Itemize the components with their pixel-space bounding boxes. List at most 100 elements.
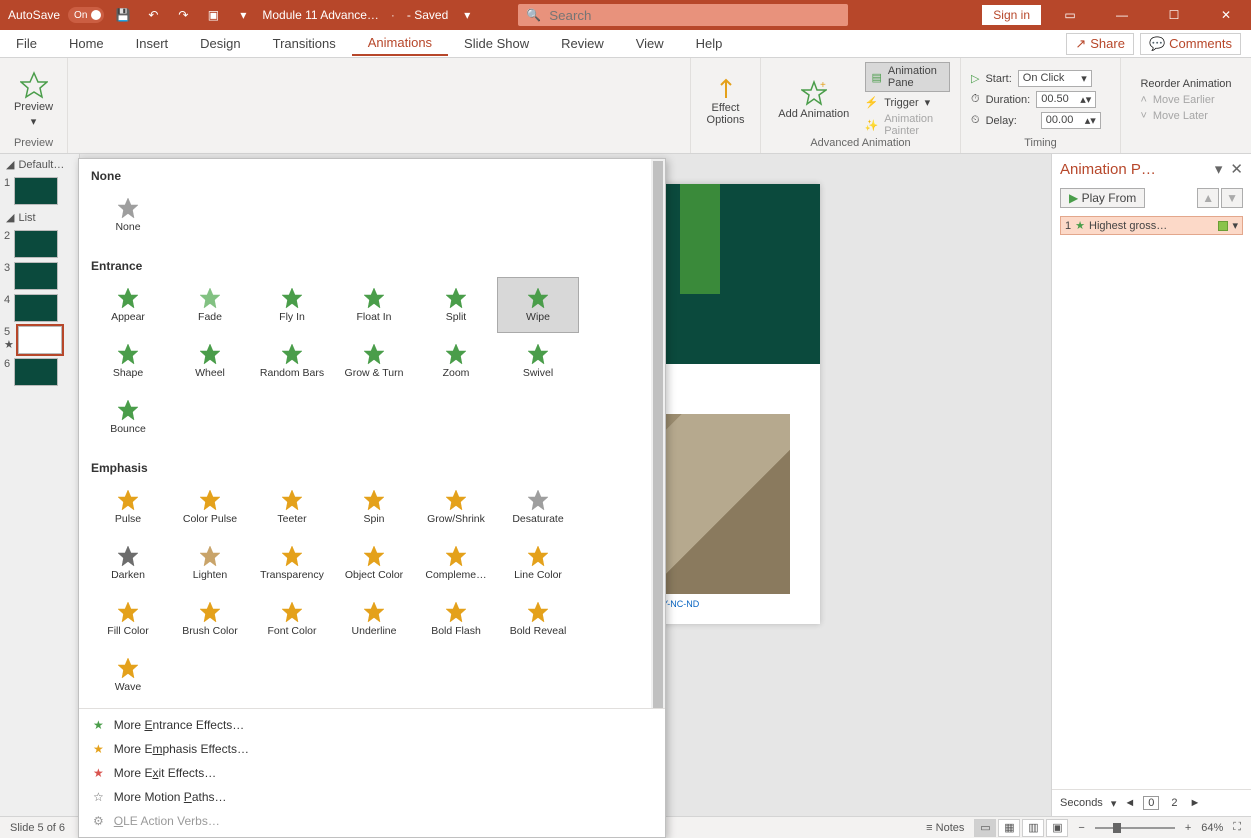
play-from-button[interactable]: ▶ Play From <box>1060 188 1145 208</box>
anim-emphasis-wave[interactable]: Wave <box>87 647 169 703</box>
anim-entrance-fade[interactable]: Fade <box>169 277 251 333</box>
pane-options-icon[interactable]: ▾ <box>1215 160 1223 178</box>
more-exit-effects[interactable]: ★More Exit Effects… <box>79 761 665 785</box>
undo-icon[interactable]: ↶ <box>142 4 164 26</box>
zoom-out-icon[interactable]: − <box>1078 822 1084 834</box>
minimize-icon[interactable]: — <box>1099 0 1145 30</box>
anim-emphasis-underline[interactable]: Underline <box>333 591 415 647</box>
tab-transitions[interactable]: Transitions <box>257 32 352 55</box>
anim-emphasis-spin[interactable]: Spin <box>333 479 415 535</box>
move-down-icon[interactable]: ▼ <box>1221 188 1243 208</box>
reading-view-icon[interactable]: ▥ <box>1022 819 1044 837</box>
more-motion-paths[interactable]: ☆More Motion Paths… <box>79 785 665 809</box>
maximize-icon[interactable]: ☐ <box>1151 0 1197 30</box>
gallery-scrollbar[interactable] <box>651 159 665 777</box>
list-section[interactable]: ◢List <box>0 207 79 228</box>
animation-pane-button[interactable]: ▤ Animation Pane <box>865 62 951 92</box>
add-animation-button[interactable]: + Add Animation <box>771 62 857 137</box>
preview-button[interactable]: Preview ▾ <box>14 62 53 137</box>
anim-entrance-appear[interactable]: Appear <box>87 277 169 333</box>
tab-animations[interactable]: Animations <box>352 31 448 56</box>
slide-thumb-3[interactable]: 3 <box>0 260 79 292</box>
duration-input[interactable]: 00.50▴▾ <box>1036 91 1096 108</box>
anim-entrance-float-in[interactable]: Float In <box>333 277 415 333</box>
slide-thumb-4[interactable]: 4 <box>0 292 79 324</box>
anim-emphasis-lighten[interactable]: Lighten <box>169 535 251 591</box>
anim-entrance-split[interactable]: Split <box>415 277 497 333</box>
more-entrance-effects[interactable]: ★More Entrance Effects… <box>79 713 665 737</box>
delay-input[interactable]: 00.00▴▾ <box>1041 112 1101 129</box>
slide-thumb-5[interactable]: 5★ <box>0 324 79 356</box>
tab-home[interactable]: Home <box>53 32 120 55</box>
anim-entrance-wipe[interactable]: Wipe <box>497 277 579 333</box>
default-section[interactable]: ◢Default… <box>0 154 79 175</box>
anim-entrance-random-bars[interactable]: Random Bars <box>251 333 333 389</box>
tab-help[interactable]: Help <box>680 32 739 55</box>
save-icon[interactable]: 💾 <box>112 4 134 26</box>
fit-window-icon[interactable]: ⛶ <box>1233 821 1241 834</box>
anim-entrance-zoom[interactable]: Zoom <box>415 333 497 389</box>
sign-in-button[interactable]: Sign in <box>982 5 1041 25</box>
item-chevron-icon[interactable]: ▾ <box>1232 219 1238 232</box>
anim-emphasis-color-pulse[interactable]: Color Pulse <box>169 479 251 535</box>
slide-thumb-1[interactable]: 1 <box>0 175 79 207</box>
zoom-slider[interactable] <box>1095 827 1175 829</box>
notes-button[interactable]: ≡ Notes <box>926 822 964 834</box>
autosave-toggle[interactable]: On <box>68 7 104 23</box>
close-icon[interactable]: ✕ <box>1203 0 1249 30</box>
timeline-next-icon[interactable]: ► <box>1189 797 1200 809</box>
timeline-prev-icon[interactable]: ◄ <box>1124 797 1135 809</box>
anim-entrance-grow-turn[interactable]: Grow & Turn <box>333 333 415 389</box>
comments-button[interactable]: 💬Comments <box>1140 33 1241 55</box>
anim-emphasis-compleme-[interactable]: Compleme… <box>415 535 497 591</box>
move-earlier-button[interactable]: ˄Move Earlier <box>1140 94 1214 106</box>
anim-entrance-bounce[interactable]: Bounce <box>87 389 169 445</box>
animation-painter-button[interactable]: ✨ Animation Painter <box>865 113 951 137</box>
share-button[interactable]: ↗Share <box>1066 33 1134 55</box>
anim-emphasis-line-color[interactable]: Line Color <box>497 535 579 591</box>
more-emphasis-effects[interactable]: ★More Emphasis Effects… <box>79 737 665 761</box>
slide-thumb-6[interactable]: 6 <box>0 356 79 388</box>
slide-thumb-2[interactable]: 2 <box>0 228 79 260</box>
search-box[interactable]: 🔍 <box>518 4 848 26</box>
anim-entrance-fly-in[interactable]: Fly In <box>251 277 333 333</box>
tab-review[interactable]: Review <box>545 32 620 55</box>
tab-slideshow[interactable]: Slide Show <box>448 32 545 55</box>
anim-emphasis-desaturate[interactable]: Desaturate <box>497 479 579 535</box>
pane-close-icon[interactable]: ✕ <box>1230 160 1243 178</box>
anim-emphasis-darken[interactable]: Darken <box>87 535 169 591</box>
qat-more-icon[interactable]: ▾ <box>232 4 254 26</box>
anim-emphasis-teeter[interactable]: Teeter <box>251 479 333 535</box>
zoom-in-icon[interactable]: + <box>1185 822 1191 834</box>
tab-insert[interactable]: Insert <box>120 32 185 55</box>
anim-emphasis-transparency[interactable]: Transparency <box>251 535 333 591</box>
anim-emphasis-pulse[interactable]: Pulse <box>87 479 169 535</box>
animation-item-1[interactable]: 1 ★ Highest gross… ▾ <box>1060 216 1243 235</box>
slide-count[interactable]: Slide 5 of 6 <box>10 822 65 834</box>
tab-file[interactable]: File <box>0 32 53 55</box>
start-dropdown[interactable]: On Click▾ <box>1018 70 1092 87</box>
move-later-button[interactable]: ˅Move Later <box>1140 110 1207 122</box>
slideshow-view-icon[interactable]: ▣ <box>1046 819 1068 837</box>
tab-design[interactable]: Design <box>184 32 256 55</box>
anim-emphasis-object-color[interactable]: Object Color <box>333 535 415 591</box>
tab-view[interactable]: View <box>620 32 680 55</box>
ribbon-display-icon[interactable]: ▭ <box>1047 0 1093 30</box>
anim-emphasis-fill-color[interactable]: Fill Color <box>87 591 169 647</box>
saved-chevron-icon[interactable]: ▾ <box>456 4 478 26</box>
anim-emphasis-bold-flash[interactable]: Bold Flash <box>415 591 497 647</box>
anim-emphasis-font-color[interactable]: Font Color <box>251 591 333 647</box>
from-beginning-icon[interactable]: ▣ <box>202 4 224 26</box>
effect-options-button[interactable]: Effect Options <box>701 62 750 137</box>
saved-label[interactable]: - Saved <box>407 8 448 22</box>
anim-emphasis-bold-reveal[interactable]: Bold Reveal <box>497 591 579 647</box>
zoom-level[interactable]: 64% <box>1201 822 1223 834</box>
anim-none-none[interactable]: None <box>87 187 169 243</box>
anim-entrance-swivel[interactable]: Swivel <box>497 333 579 389</box>
anim-emphasis-grow-shrink[interactable]: Grow/Shrink <box>415 479 497 535</box>
anim-entrance-wheel[interactable]: Wheel <box>169 333 251 389</box>
normal-view-icon[interactable]: ▭ <box>974 819 996 837</box>
sorter-view-icon[interactable]: ▦ <box>998 819 1020 837</box>
anim-emphasis-brush-color[interactable]: Brush Color <box>169 591 251 647</box>
search-input[interactable] <box>549 8 840 23</box>
